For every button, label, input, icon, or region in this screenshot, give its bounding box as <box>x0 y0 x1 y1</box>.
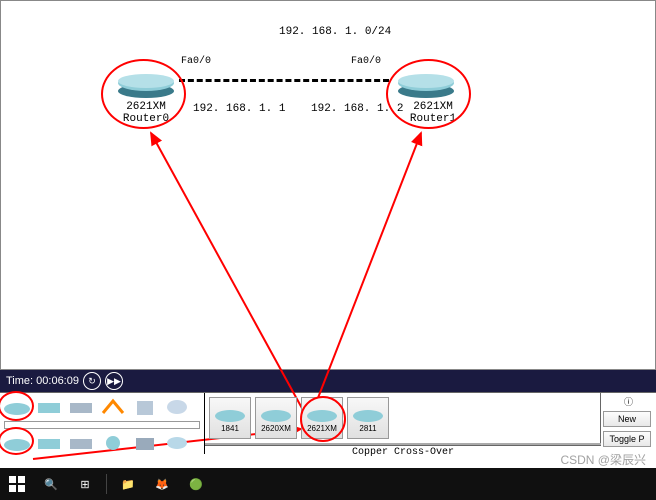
router-0-port: Fa0/0 <box>181 56 211 67</box>
time-value: 00:06:09 <box>36 375 79 387</box>
device-1841[interactable]: 1841 <box>209 397 251 439</box>
cat-enddevices-icon[interactable] <box>162 395 192 419</box>
new-button[interactable]: New <box>603 411 651 427</box>
device-list: 1841 2620XM 2621XM 2811 <box>205 393 601 443</box>
search-icon[interactable]: 🔍 <box>34 468 68 500</box>
device-1841-label: 1841 <box>221 424 239 433</box>
router-1-port: Fa0/0 <box>351 56 381 67</box>
cat-hubs-icon[interactable] <box>66 395 96 419</box>
start-button[interactable] <box>0 468 34 500</box>
device-2620xm[interactable]: 2620XM <box>255 397 297 439</box>
subcat-3-icon[interactable] <box>66 431 96 455</box>
packettracer-icon[interactable]: 🟢 <box>179 468 213 500</box>
right-panel: ⓘ New Toggle P <box>601 393 656 454</box>
firefox-icon[interactable]: 🦊 <box>145 468 179 500</box>
windows-taskbar: 🔍 ⊞ 📁 🦊 🟢 <box>0 468 656 500</box>
subcat-2-icon[interactable] <box>34 431 64 455</box>
device-2621xm[interactable]: 2621XM <box>301 397 343 439</box>
device-2620xm-label: 2620XM <box>261 424 291 433</box>
device-panel: 1841 2620XM 2621XM 2811 Copper Cross-Ove… <box>0 392 656 454</box>
cat-connections-icon[interactable] <box>130 395 160 419</box>
time-label: Time: <box>6 375 33 387</box>
subcat-5-icon[interactable] <box>130 431 160 455</box>
reset-time-button[interactable]: ↻ <box>83 372 101 390</box>
workspace-canvas[interactable]: 192. 168. 1. 0/24 2621XM Router0 Fa0/0 1… <box>0 0 656 370</box>
device-2811[interactable]: 2811 <box>347 397 389 439</box>
taskview-icon[interactable]: ⊞ <box>68 468 102 500</box>
annotation-circle-device <box>300 396 346 442</box>
toggle-button[interactable]: Toggle P <box>603 431 651 447</box>
explorer-icon[interactable]: 📁 <box>111 468 145 500</box>
subnet-label: 192. 168. 1. 0/24 <box>279 26 391 38</box>
annotation-circle-r0 <box>101 59 186 129</box>
cable-label: Copper Cross-Over <box>205 445 601 459</box>
time-bar: Time: 00:06:09 ↻ ▶▶ <box>0 370 656 392</box>
link-r0-r1[interactable] <box>179 79 389 82</box>
cat-switches-icon[interactable] <box>34 395 64 419</box>
router-0-ip: 192. 168. 1. 1 <box>193 103 285 115</box>
annotation-circle-r1 <box>386 59 471 129</box>
watermark: CSDN @梁辰兴 <box>560 451 646 468</box>
fastforward-button[interactable]: ▶▶ <box>105 372 123 390</box>
category-panel <box>0 393 205 454</box>
subcat-6-icon[interactable] <box>162 431 192 455</box>
device-2811-label: 2811 <box>359 424 376 433</box>
cat-wireless-icon[interactable] <box>98 395 128 419</box>
subcat-4-icon[interactable] <box>98 431 128 455</box>
